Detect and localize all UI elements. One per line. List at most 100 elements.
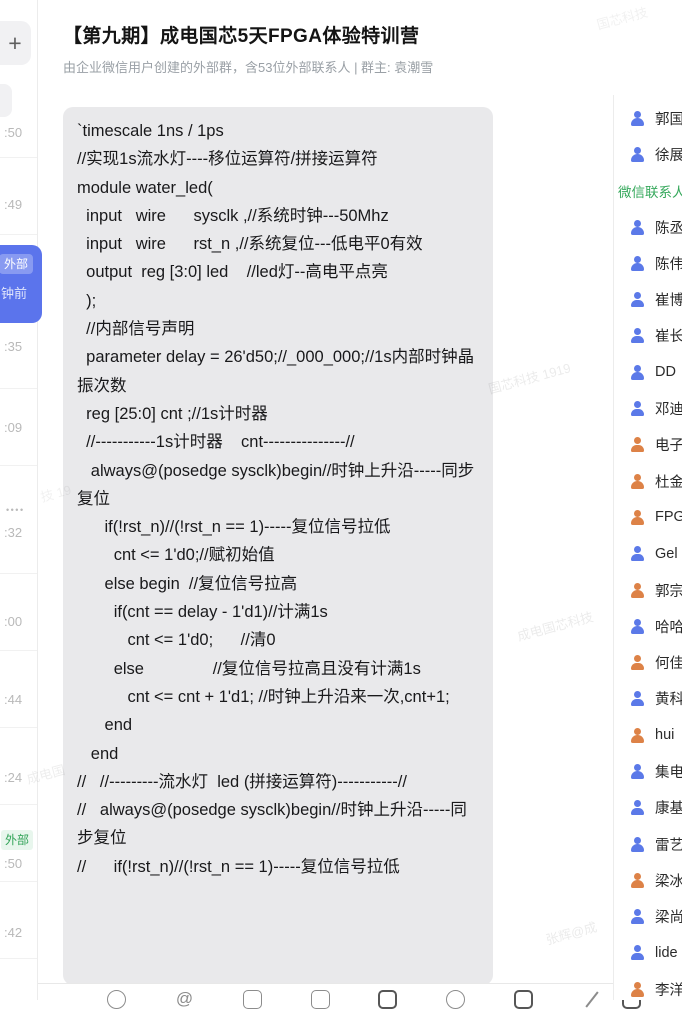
input-toolbar: @ [37,983,641,1009]
external-badge: 外部 [1,830,34,850]
member-list-item[interactable]: 杜金 [614,463,682,499]
person-icon [630,691,645,707]
member-list-item[interactable]: 集电 [614,753,682,789]
person-icon [630,836,645,852]
member-list-item[interactable]: 雷艺 [614,826,682,862]
chat-list-divider [0,804,37,805]
person-icon [630,546,645,562]
member-list-item[interactable]: FPG [614,499,682,535]
chat-list-divider [0,958,37,959]
member-name: 杜金 [655,474,682,491]
chat-list-divider [0,881,37,882]
chat-list-item-selected[interactable]: 外部 钟前 [0,245,42,323]
chat-list-divider [0,388,37,389]
chat-list-divider [0,727,37,728]
member-list-item[interactable]: 徐展 [614,136,682,172]
chat-panel: 【第九期】成电国芯5天FPGA体验特训营 由企业微信用户创建的外部群，含53位外… [37,0,641,1009]
person-icon [630,945,645,961]
member-name: 哈哈 [655,619,682,636]
member-list-item[interactable]: 陈伟 [614,245,682,281]
member-list-item[interactable]: Gel [614,536,682,572]
member-name: 徐展 [655,147,682,164]
member-section-header: 微信联系人 [618,184,682,200]
member-list-item[interactable]: hui [614,717,682,753]
member-list-item[interactable]: 黄科 [614,681,682,717]
chat-list-item-time[interactable]: :35 [4,339,22,354]
member-list-item[interactable]: 李洋 [614,971,682,1000]
member-name: 雷艺 [655,837,682,854]
member-list-item[interactable]: DD [614,354,682,390]
chat-list-item-ellipsis[interactable]: •••• [6,505,25,515]
chat-list-item-time[interactable]: :44 [4,692,22,707]
member-list-item[interactable]: 崔博 [614,281,682,317]
person-icon [630,872,645,888]
person-icon [630,401,645,417]
chat-list-divider [0,573,37,574]
member-list-item[interactable]: 梁冰 [614,862,682,898]
member-name: 梁尚 [655,910,682,927]
member-list-item[interactable]: 陈丞 [614,209,682,245]
member-list-item[interactable]: 哈哈 [614,608,682,644]
chat-avatar-stub [0,84,12,117]
chat-list-item-time[interactable]: :00 [4,614,22,629]
member-name: FPG [655,509,682,526]
person-icon [630,292,645,308]
member-name: lide [655,944,678,961]
member-list-sidebar: 郭国徐展微信联系人陈丞陈伟崔博崔长 DD 邓迪电子杜金 FPG Gel 郭宗哈哈何佳黄科 h… [613,95,682,1000]
member-list-item[interactable]: 何佳 [614,644,682,680]
person-icon [630,509,645,525]
member-name: 电子 [655,438,682,455]
chat-list-item-time[interactable]: :50 [4,125,22,140]
member-name: 康基 [655,801,682,818]
add-chat-button[interactable]: + [0,21,31,65]
person-icon [630,219,645,235]
person-icon [630,727,645,743]
person-icon [630,146,645,162]
person-icon [630,255,645,271]
member-name: 陈丞 [655,220,682,237]
person-icon [630,473,645,489]
member-list-item[interactable]: lide [614,935,682,971]
person-icon [630,981,645,997]
member-name: 崔长 [655,329,682,346]
chat-list-column: + :50:49 外部 钟前:35:09 ••••:32:00:44:24 外部:50:… [0,0,42,1000]
member-name: 黄科 [655,692,682,709]
chat-list-divider [0,465,37,466]
person-icon [630,909,645,925]
person-icon [630,800,645,816]
chat-list-divider [0,650,37,651]
person-icon [630,110,645,126]
member-name: 李洋 [655,982,682,999]
member-list-item[interactable]: 郭国 [614,100,682,136]
member-name: 邓迪 [655,402,682,419]
code-message-bubble[interactable]: `timescale 1ns / 1ps //实现1s流水灯----移位运算符/… [63,107,493,985]
group-title: 【第九期】成电国芯5天FPGA体验特训营 [63,26,420,47]
external-badge: 外部 [0,254,34,274]
chat-list-item-time[interactable]: :50 [4,856,22,871]
chat-list-divider [0,157,37,158]
member-name: 陈伟 [655,256,682,273]
chat-list-item-time[interactable]: :42 [4,925,22,940]
chat-header: 【第九期】成电国芯5天FPGA体验特训营 由企业微信用户创建的外部群，含53位外… [37,0,613,96]
chat-list-divider [0,234,37,235]
code-text: `timescale 1ns / 1ps //实现1s流水灯----移位运算符/… [77,122,475,876]
member-list-item[interactable]: 康基 [614,790,682,826]
chat-list-item-time[interactable]: :32 [4,525,22,540]
member-name: 集电 [655,764,682,781]
chat-list-item-time[interactable]: :24 [4,770,22,785]
member-list-item[interactable]: 郭宗 [614,572,682,608]
member-name: 何佳 [655,656,682,673]
person-icon [630,618,645,634]
member-list-item[interactable]: 梁尚 [614,899,682,935]
person-icon [630,582,645,598]
chat-list-item-time: 钟前 [1,286,28,301]
chat-list-item-time[interactable]: :09 [4,420,22,435]
member-name: 崔博 [655,293,682,310]
member-name: 郭国 [655,111,682,128]
member-list-item[interactable]: 崔长 [614,318,682,354]
chat-list-item-time[interactable]: :49 [4,197,22,212]
member-name: DD [655,364,676,381]
person-icon [630,655,645,671]
member-list-item[interactable]: 邓迪 [614,390,682,426]
member-list-item[interactable]: 电子 [614,427,682,463]
